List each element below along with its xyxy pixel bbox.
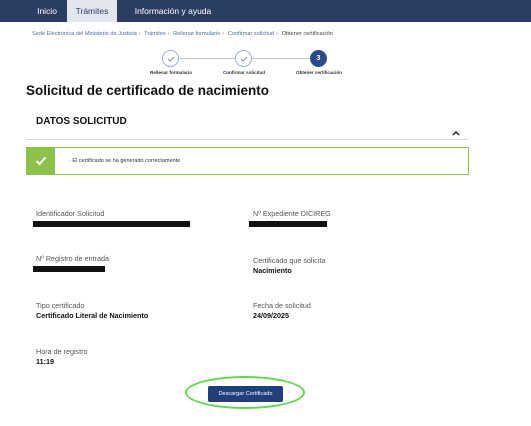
breadcrumb-rellenar[interactable]: Rellenar formulario — [173, 31, 220, 37]
fecha-label: Fecha de solicitud — [253, 301, 311, 310]
expediente-label: Nº Expediente DICIREG — [253, 209, 331, 218]
breadcrumb: Sede Electrónica del Ministerio de Justi… — [32, 31, 333, 37]
nav-informacion-ayuda[interactable]: Información y ayuda — [117, 0, 229, 22]
step-2-check-icon — [235, 50, 252, 67]
nav-inicio[interactable]: Inicio — [27, 0, 67, 22]
page-title: Solicitud de certificado de nacimiento — [26, 83, 270, 98]
section-divider — [26, 139, 468, 140]
hora-value: 11:19 — [36, 357, 54, 366]
breadcrumb-sede[interactable]: Sede Electrónica del Ministerio de Justi… — [32, 31, 137, 37]
identificador-value-redacted — [33, 221, 190, 227]
identificador-label: Identificador Solicitud — [36, 209, 105, 218]
download-certificate-button[interactable]: Descargar Certificado — [208, 386, 283, 402]
step-2-label: Confirmar solicitud — [222, 70, 266, 75]
check-icon — [27, 148, 55, 174]
certificado-value: Nacimiento — [253, 266, 292, 275]
success-alert: · El certificado se ha generado correcta… — [26, 147, 469, 175]
breadcrumb-confirmar[interactable]: Confirmar solicitud — [228, 31, 274, 37]
expediente-value-redacted — [249, 221, 327, 227]
hora-label: Hora de registro — [36, 347, 88, 356]
registro-value-redacted — [33, 266, 105, 272]
breadcrumb-tramites[interactable]: Trámites — [144, 31, 166, 37]
breadcrumb-separator: › — [222, 31, 225, 37]
step-1-label: Rellenar formulario — [149, 70, 193, 75]
registro-label: Nº Registro de entrada — [36, 254, 109, 263]
tipo-value: Certificado Literal de Nacimiento — [36, 311, 149, 320]
step-connector — [180, 58, 235, 59]
breadcrumb-separator: › — [138, 31, 141, 37]
tipo-label: Tipo certificado — [36, 301, 85, 310]
top-navigation: Inicio Trámites Información y ayuda — [0, 0, 531, 22]
step-3-number: 3 — [310, 50, 327, 67]
breadcrumb-current: Obtener certificación — [281, 31, 333, 37]
section-title: DATOS SOLICITUD — [36, 116, 127, 127]
breadcrumb-separator: › — [167, 31, 170, 37]
step-connector — [252, 58, 310, 59]
alert-message: · El certificado se ha generado correcta… — [69, 158, 181, 164]
step-1-check-icon — [162, 50, 179, 67]
fecha-value: 24/09/2025 — [253, 311, 289, 320]
nav-tramites[interactable]: Trámites — [67, 0, 117, 22]
certificado-label: Certificado que solicita — [253, 256, 326, 265]
step-3-label: Obtener certificación — [296, 70, 342, 75]
chevron-up-icon[interactable] — [451, 130, 461, 138]
breadcrumb-separator: › — [276, 31, 279, 37]
